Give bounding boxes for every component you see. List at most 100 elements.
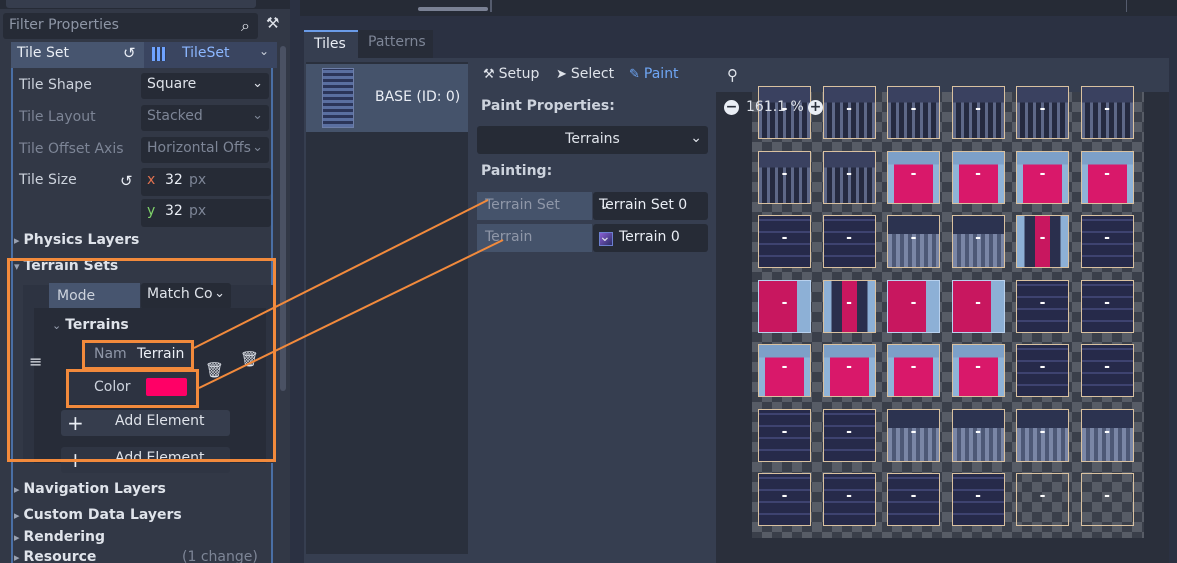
source-item-base[interactable]: BASE (ID: 0) xyxy=(306,64,468,132)
custom-data-layers-section[interactable]: ▸ Custom Data Layers xyxy=(14,507,182,523)
tile-size-y-field[interactable]: y 32 px xyxy=(141,199,271,227)
viewport-scrollbar[interactable] xyxy=(300,0,1177,16)
atlas-tile[interactable]: - xyxy=(951,344,1005,397)
revert-icon[interactable]: ↺ xyxy=(123,44,136,62)
atlas-tile[interactable]: - xyxy=(1016,473,1069,526)
terrain-dropdown[interactable]: Terrain 0 ⌄ xyxy=(593,224,708,252)
tile-mark: - xyxy=(910,230,917,246)
x-axis-label: x xyxy=(147,172,156,188)
filter-properties-input[interactable]: Filter Properties ⌕ xyxy=(3,13,258,39)
terrain-key-label: Terrain xyxy=(485,229,533,245)
atlas-tile[interactable]: - xyxy=(951,473,1005,526)
atlas-tile[interactable]: - xyxy=(1016,279,1069,333)
select-button[interactable]: ➤ Select xyxy=(556,66,614,82)
tile-mark: - xyxy=(1039,165,1046,182)
tile-size-x-field[interactable]: x 32 px xyxy=(141,168,271,196)
tile-shape-dropdown[interactable]: Square ⌄ xyxy=(141,73,269,99)
pin-icon[interactable]: ⚲ xyxy=(727,66,738,84)
atlas-tile[interactable]: - xyxy=(887,150,940,204)
atlas-thumbnail xyxy=(322,68,354,128)
terrain-set-key: Terrain Set xyxy=(477,192,592,220)
tile-mark: - xyxy=(781,230,788,246)
tile-mark: - xyxy=(975,359,981,375)
atlas-tile[interactable]: - xyxy=(758,150,811,204)
atlas-tile[interactable]: - xyxy=(758,408,811,462)
filter-placeholder: Filter Properties xyxy=(9,17,119,33)
paint-mode-dropdown[interactable]: Terrains ⌄ xyxy=(477,126,708,154)
atlas-tile[interactable]: - xyxy=(758,344,811,397)
setup-button[interactable]: ⚒ Setup xyxy=(483,66,539,82)
tab-tiles[interactable]: Tiles xyxy=(304,30,358,58)
atlas-tile[interactable]: - xyxy=(822,215,876,268)
atlas-tile[interactable]: - xyxy=(1080,86,1134,139)
atlas-tile[interactable]: - xyxy=(1080,408,1134,462)
cursor-icon: ➤ xyxy=(556,67,567,82)
atlas-tile[interactable]: - xyxy=(822,344,876,397)
tile-offset-axis-dropdown[interactable]: Horizontal Offs ⌄ xyxy=(141,137,269,163)
rendering-section[interactable]: ▸ Rendering xyxy=(14,529,105,545)
scroll-thumb[interactable] xyxy=(418,7,488,11)
terrain-set-dropdown[interactable]: Terrain Set 0 ⌄ xyxy=(593,192,708,220)
zoom-in-button[interactable]: + xyxy=(808,100,823,115)
atlas-checkerboard[interactable]: - - - - - - - - - - - - - - - - - - - - - - - - - - - - - - - - - - - - - - - -… xyxy=(752,86,1144,538)
tile-layout-dropdown[interactable]: Stacked ⌄ xyxy=(141,105,269,131)
atlas-tile[interactable]: - xyxy=(822,408,876,462)
atlas-tile[interactable]: - xyxy=(951,150,1005,204)
atlas-tile[interactable]: - xyxy=(1080,473,1134,526)
atlas-tile[interactable]: - xyxy=(1016,344,1069,397)
atlas-tile[interactable]: - xyxy=(951,408,1005,462)
physics-layers-section[interactable]: ▸ Physics Layers xyxy=(14,232,139,248)
atlas-tile[interactable]: - xyxy=(887,86,940,139)
atlas-tile[interactable]: - xyxy=(1080,279,1134,333)
atlas-tile[interactable]: - xyxy=(822,279,876,333)
node-header[interactable] xyxy=(0,0,290,9)
tile-set-resource-picker[interactable]: TileSet ⌄ xyxy=(144,42,277,68)
atlas-tile[interactable]: - xyxy=(822,86,876,139)
paint-button[interactable]: ✎ Paint xyxy=(629,66,679,82)
atlas-tile[interactable]: - xyxy=(887,408,940,462)
atlas-tile[interactable]: - xyxy=(887,279,940,333)
navigation-layers-section[interactable]: ▸ Navigation Layers xyxy=(14,481,166,497)
tile-mark: - xyxy=(1104,165,1110,182)
resource-section[interactable]: ▸ Resource (1 change) xyxy=(14,549,258,563)
atlas-tile[interactable]: - xyxy=(758,473,811,526)
atlas-tile[interactable]: - xyxy=(1080,215,1134,268)
brush-icon: ✎ xyxy=(629,67,640,82)
resource-label: Resource xyxy=(23,549,97,563)
painting-heading: Painting: xyxy=(481,163,553,179)
atlas-tile[interactable]: - xyxy=(822,473,876,526)
atlas-view[interactable]: - - - - - - - - - - - - - - - - - - - - - - - - - - - - - - - - - - - - - - - -… xyxy=(716,86,1169,563)
atlas-tile[interactable]: - xyxy=(758,215,811,268)
tile-mark: - xyxy=(1104,488,1110,504)
tile-set-property[interactable]: Tile Set ↺ TileSet ⌄ xyxy=(11,42,277,68)
atlas-tile[interactable]: - xyxy=(758,279,811,333)
atlas-tile[interactable]: - xyxy=(1016,150,1069,204)
atlas-tile[interactable]: - xyxy=(951,86,1005,139)
chevron-down-icon[interactable]: ⌄ xyxy=(259,44,269,58)
tab-patterns[interactable]: Patterns xyxy=(358,30,433,58)
tile-mark: - xyxy=(910,488,917,504)
atlas-tile[interactable]: - xyxy=(1016,408,1069,462)
atlas-tile[interactable]: - xyxy=(887,215,940,268)
atlas-tile[interactable]: - xyxy=(951,215,1005,268)
atlas-tile[interactable]: - xyxy=(1080,150,1134,204)
atlas-tile[interactable]: - xyxy=(822,150,876,204)
unit-label: px xyxy=(189,172,207,188)
inspector-scrollbar[interactable] xyxy=(280,46,286,391)
atlas-tile[interactable]: - xyxy=(951,279,1005,333)
divider xyxy=(490,0,492,12)
tile-mark: - xyxy=(1039,488,1046,504)
atlas-tile[interactable]: - xyxy=(887,344,940,397)
atlas-tile[interactable]: - xyxy=(1080,344,1134,397)
atlas-tile[interactable]: - xyxy=(1016,215,1069,268)
tile-mark: - xyxy=(1039,101,1046,117)
tools-icon[interactable]: ⚒ xyxy=(266,14,284,36)
revert-icon[interactable]: ↺ xyxy=(120,172,133,190)
atlas-tile[interactable]: - xyxy=(1016,86,1069,139)
tile-mark: - xyxy=(781,165,788,182)
zoom-out-button[interactable]: − xyxy=(724,100,739,115)
atlas-tile[interactable]: - xyxy=(887,473,940,526)
annotation-terrain-color xyxy=(66,369,199,408)
terrain-set-row: Terrain Set Terrain Set 0 ⌄ xyxy=(477,192,708,220)
paint-label: Paint xyxy=(643,66,679,82)
